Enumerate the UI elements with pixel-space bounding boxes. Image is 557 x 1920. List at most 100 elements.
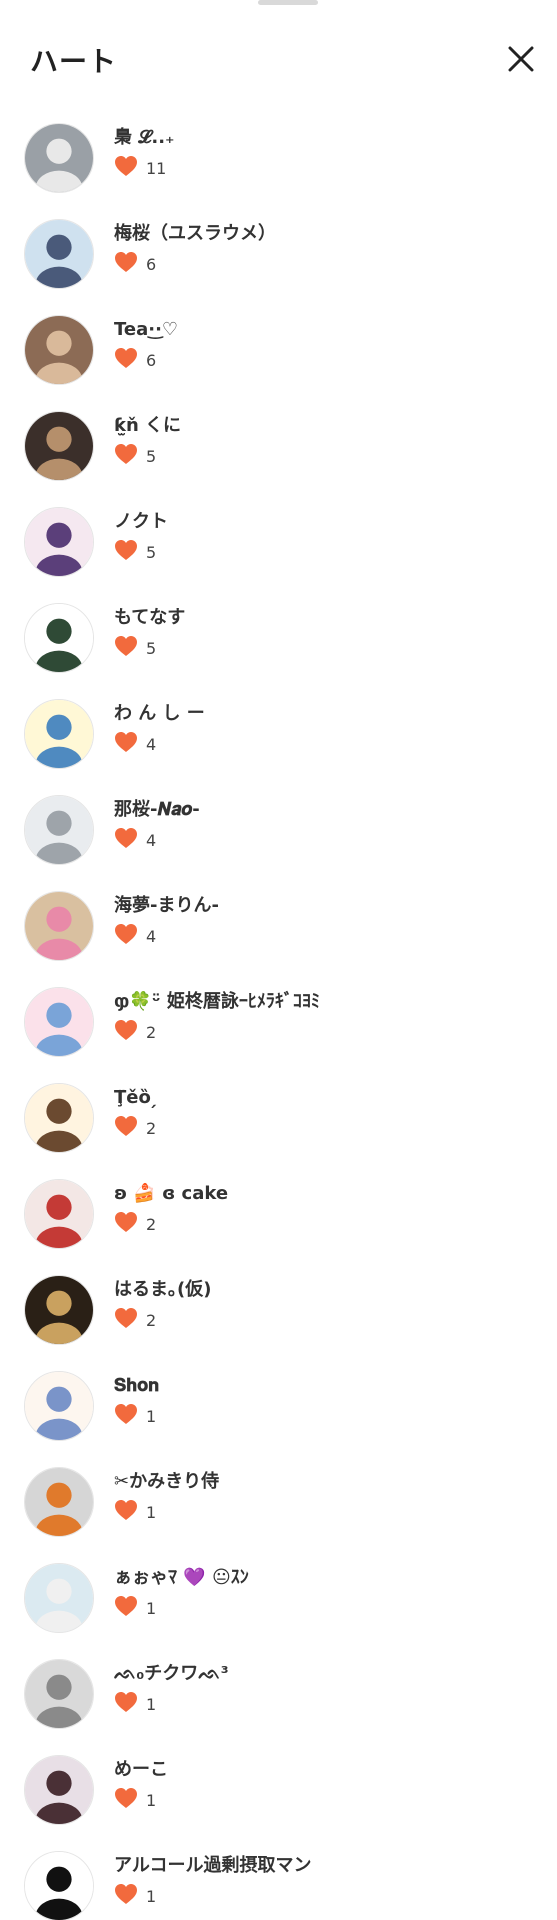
avatar[interactable] (24, 411, 94, 481)
like-count-row: 1 (114, 1884, 311, 1908)
user-name[interactable]: わ ん し ー (114, 702, 205, 726)
user-info: ✂かみきり侍 1 (114, 1470, 219, 1524)
user-name[interactable]: Ţ̈ěȍ ̗ (114, 1086, 157, 1110)
avatar[interactable] (24, 1179, 94, 1249)
user-name[interactable]: アルコール過剰摂取マン (114, 1854, 311, 1878)
drag-handle[interactable] (258, 0, 318, 5)
user-name[interactable]: ✂かみきり侍 (114, 1470, 219, 1494)
like-count: 1 (146, 1598, 157, 1618)
like-count-row: 6 (114, 252, 276, 276)
heart-icon (114, 1115, 146, 1141)
user-name[interactable]: 海夢-まりん- (114, 894, 219, 918)
avatar[interactable] (24, 795, 94, 865)
user-info: はるま｡(仮) 2 (114, 1278, 211, 1332)
list-item[interactable]: ƙ̫ň くに 5 (0, 406, 557, 502)
like-count-row: 11 (114, 156, 175, 180)
user-info: めーこ 1 (114, 1758, 168, 1812)
like-count: 1 (146, 1502, 157, 1522)
user-name[interactable]: 梅桜（ユスラウメ） (114, 222, 276, 246)
user-name[interactable]: ノクト (114, 510, 168, 534)
list-item[interactable]: 海夢-まりん- 4 (0, 886, 557, 982)
like-count: 5 (146, 638, 157, 658)
like-count-row: 1 (114, 1788, 168, 1812)
like-count-row: 2 (114, 1308, 211, 1332)
avatar[interactable] (24, 219, 94, 289)
user-info: ƙ̫ň くに 5 (114, 414, 181, 468)
user-name[interactable]: ʚ 🍰 ɞ cake (114, 1182, 228, 1206)
heart-icon (114, 731, 146, 757)
list-item[interactable]: もてなす 5 (0, 598, 557, 694)
sheet-title: ハート (30, 45, 118, 78)
heart-icon (114, 1595, 146, 1621)
list-item[interactable]: 𝐒𝐡𝐨𝐧 1 (0, 1366, 557, 1462)
avatar[interactable] (24, 603, 94, 673)
user-info: 那桜-𝑵𝒂𝒐- 4 (114, 798, 200, 852)
sheet-header: ハート (0, 28, 557, 84)
heart-icon (114, 539, 146, 565)
avatar[interactable] (24, 1851, 94, 1920)
user-name[interactable]: もてなす (114, 606, 185, 630)
avatar[interactable] (24, 1275, 94, 1345)
list-item[interactable]: わ ん し ー 4 (0, 694, 557, 790)
list-item[interactable]: Tea·͜·♡ 6 (0, 310, 557, 406)
avatar[interactable] (24, 987, 94, 1057)
avatar[interactable] (24, 699, 94, 769)
user-info: ノクト 5 (114, 510, 168, 564)
list-item[interactable]: めーこ 1 (0, 1750, 557, 1846)
like-count: 11 (146, 158, 167, 178)
heart-icon (114, 1787, 146, 1813)
list-item[interactable]: ノクト 5 (0, 502, 557, 598)
heart-icon (114, 635, 146, 661)
like-count: 2 (146, 1118, 157, 1138)
avatar[interactable] (24, 315, 94, 385)
user-name[interactable]: 𝐒𝐡𝐨𝐧 (114, 1374, 159, 1398)
user-info: ᨒ₀チクワᨒ³ 1 (114, 1662, 229, 1716)
list-item[interactable]: ✂かみきり侍 1 (0, 1462, 557, 1558)
avatar[interactable] (24, 507, 94, 577)
list-item[interactable]: はるま｡(仮) 2 (0, 1270, 557, 1366)
list-item[interactable]: ʚ 🍰 ɞ cake 2 (0, 1174, 557, 1270)
avatar[interactable] (24, 1755, 94, 1825)
user-name[interactable]: ᨒ₀チクワᨒ³ (114, 1662, 229, 1686)
like-count-row: 1 (114, 1596, 249, 1620)
user-name[interactable]: はるま｡(仮) (114, 1278, 211, 1302)
user-info: Tea·͜·♡ 6 (114, 318, 178, 372)
like-count-row: 2 (114, 1212, 228, 1236)
list-item[interactable]: 梟 𝓛..₊ 11 (0, 118, 557, 214)
heart-icon (114, 1883, 146, 1909)
close-icon[interactable] (504, 42, 538, 76)
avatar[interactable] (24, 1371, 94, 1441)
heart-icon (114, 1307, 146, 1333)
like-count-row: 4 (114, 732, 205, 756)
like-count: 2 (146, 1214, 157, 1234)
list-item[interactable]: ჶ🍀ᵕ̈ 姫柊暦詠ｰﾋﾒﾗｷﾞｺﾖﾐ 2 (0, 982, 557, 1078)
avatar[interactable] (24, 1659, 94, 1729)
user-name[interactable]: Tea·͜·♡ (114, 318, 178, 342)
user-name[interactable]: 梟 𝓛..₊ (114, 126, 175, 150)
list-item[interactable]: 那桜-𝑵𝒂𝒐- 4 (0, 790, 557, 886)
heart-icon (114, 251, 146, 277)
avatar[interactable] (24, 1563, 94, 1633)
list-item[interactable]: ぁぉゃﾏ 💜 😐ｽﾝ 1 (0, 1558, 557, 1654)
user-name[interactable]: めーこ (114, 1758, 168, 1782)
like-count-row: 5 (114, 540, 168, 564)
like-count: 1 (146, 1694, 157, 1714)
heart-icon (114, 443, 146, 469)
user-name[interactable]: ჶ🍀ᵕ̈ 姫柊暦詠ｰﾋﾒﾗｷﾞｺﾖﾐ (114, 990, 320, 1014)
avatar[interactable] (24, 123, 94, 193)
avatar[interactable] (24, 1083, 94, 1153)
list-item[interactable]: Ţ̈ěȍ ̗ 2 (0, 1078, 557, 1174)
list-item[interactable]: アルコール過剰摂取マン 1 (0, 1846, 557, 1920)
user-info: Ţ̈ěȍ ̗ 2 (114, 1086, 157, 1140)
list-item[interactable]: ᨒ₀チクワᨒ³ 1 (0, 1654, 557, 1750)
avatar[interactable] (24, 891, 94, 961)
list-item[interactable]: 梅桜（ユスラウメ） 6 (0, 214, 557, 310)
user-name[interactable]: ぁぉゃﾏ 💜 😐ｽﾝ (114, 1566, 249, 1590)
heart-icon (114, 1499, 146, 1525)
heart-icon (114, 1211, 146, 1237)
user-name[interactable]: ƙ̫ň くに (114, 414, 181, 438)
like-count-row: 5 (114, 636, 185, 660)
heart-icon (114, 1019, 146, 1045)
user-name[interactable]: 那桜-𝑵𝒂𝒐- (114, 798, 200, 822)
avatar[interactable] (24, 1467, 94, 1537)
